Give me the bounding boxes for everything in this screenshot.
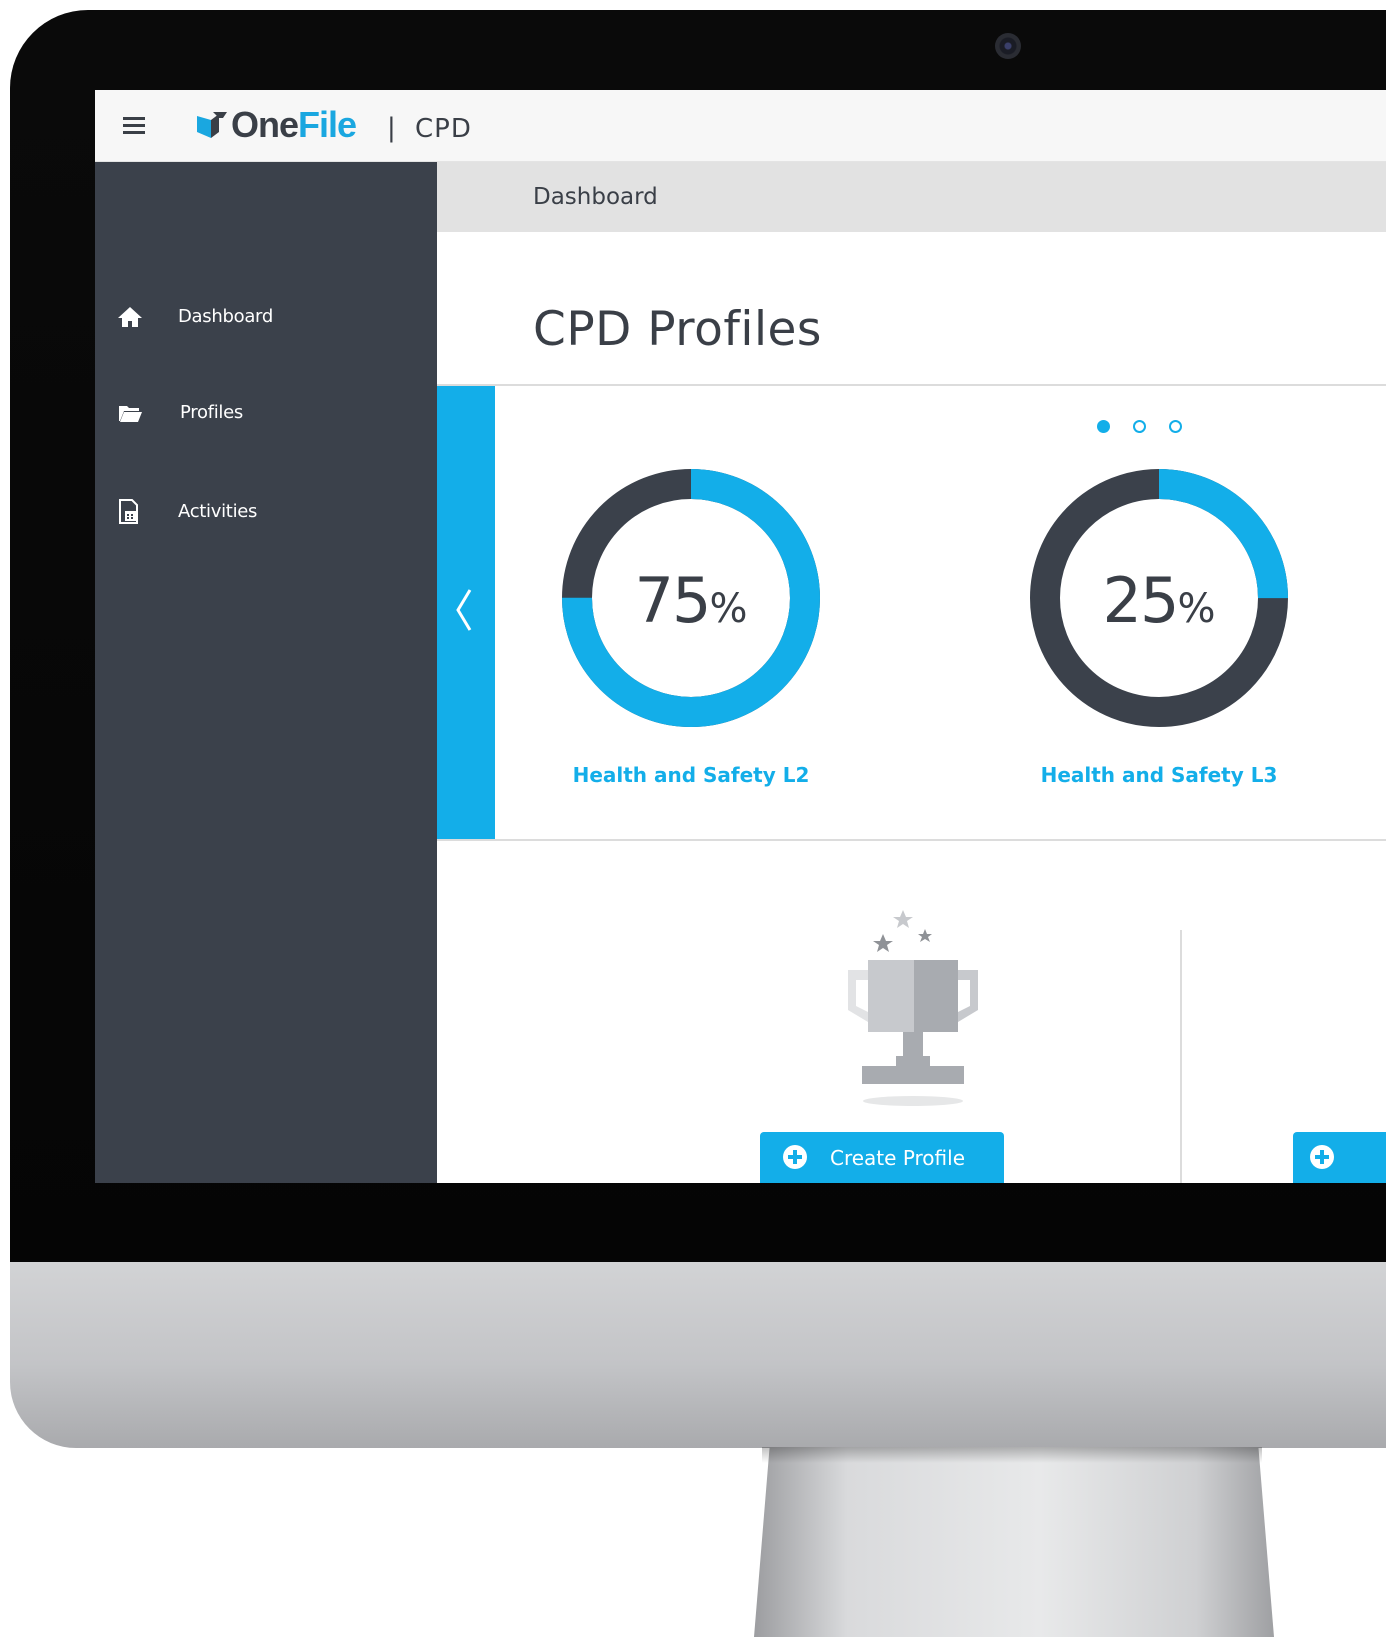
progress-percent: 25%: [999, 564, 1319, 637]
sidebar-item-label: Profiles: [180, 402, 243, 423]
monitor-stand: [754, 1447, 1274, 1637]
plus-circle-icon: [1310, 1145, 1334, 1169]
progress-percent: 75%: [531, 564, 851, 637]
percent-value: 25: [1102, 564, 1180, 637]
carousel-dot[interactable]: [1169, 420, 1182, 433]
percent-sign: %: [1177, 586, 1216, 632]
onefile-logo[interactable]: One File: [197, 104, 357, 145]
carousel-prev-button[interactable]: [437, 386, 495, 839]
chevron-left-icon: [456, 589, 472, 631]
create-profile-button[interactable]: Create Profile: [760, 1132, 1004, 1183]
create-profile-label: Create Profile: [830, 1146, 965, 1170]
top-bar: One File | CPD: [95, 90, 1386, 162]
logo-mark-icon: [197, 112, 227, 138]
carousel-dot[interactable]: [1097, 420, 1110, 433]
monitor-chin: [10, 1262, 1386, 1448]
home-icon: [118, 307, 142, 327]
carousel-dot[interactable]: [1133, 420, 1146, 433]
logo-text-file: File: [298, 104, 357, 145]
profile-card[interactable]: 25% Health and Safety L3: [999, 468, 1319, 808]
stand-shadow: [762, 1447, 1262, 1463]
profile-name[interactable]: Health and Safety L2: [531, 763, 851, 787]
profile-name[interactable]: Health and Safety L3: [999, 763, 1319, 787]
sidebar-item-dashboard[interactable]: Dashboard: [95, 292, 437, 342]
trophy-icon: [848, 910, 978, 1106]
calendar-document-icon: [119, 499, 138, 524]
sidebar-item-activities[interactable]: Activities: [95, 487, 437, 537]
carousel-pagination: [1097, 420, 1182, 433]
section-divider: [1180, 930, 1182, 1183]
sidebar-item-profiles[interactable]: Profiles: [95, 388, 437, 438]
profile-card[interactable]: 75% Health and Safety L2: [531, 468, 851, 808]
folder-open-icon: [119, 406, 142, 422]
sidebar-item-label: Dashboard: [178, 306, 273, 327]
percent-sign: %: [709, 586, 748, 632]
breadcrumb-bar: Dashboard: [437, 162, 1386, 232]
profiles-carousel: 75% Health and Safety L2 25% Health and …: [437, 386, 1386, 841]
breadcrumb[interactable]: Dashboard: [533, 184, 658, 210]
logo-text-one: One: [231, 104, 299, 145]
secondary-create-button[interactable]: [1293, 1132, 1386, 1183]
sidebar: Dashboard Profiles Activities: [95, 162, 437, 1183]
app-name: CPD: [415, 114, 472, 144]
webcam-icon: [995, 33, 1021, 59]
percent-value: 75: [634, 564, 712, 637]
page-title: CPD Profiles: [533, 302, 822, 357]
menu-icon[interactable]: [123, 117, 145, 135]
app-screen: One File | CPD Dashboard Profiles Activi…: [95, 90, 1386, 1183]
title-separator: |: [387, 113, 396, 143]
sidebar-item-label: Activities: [178, 501, 258, 522]
plus-circle-icon: [783, 1145, 807, 1169]
